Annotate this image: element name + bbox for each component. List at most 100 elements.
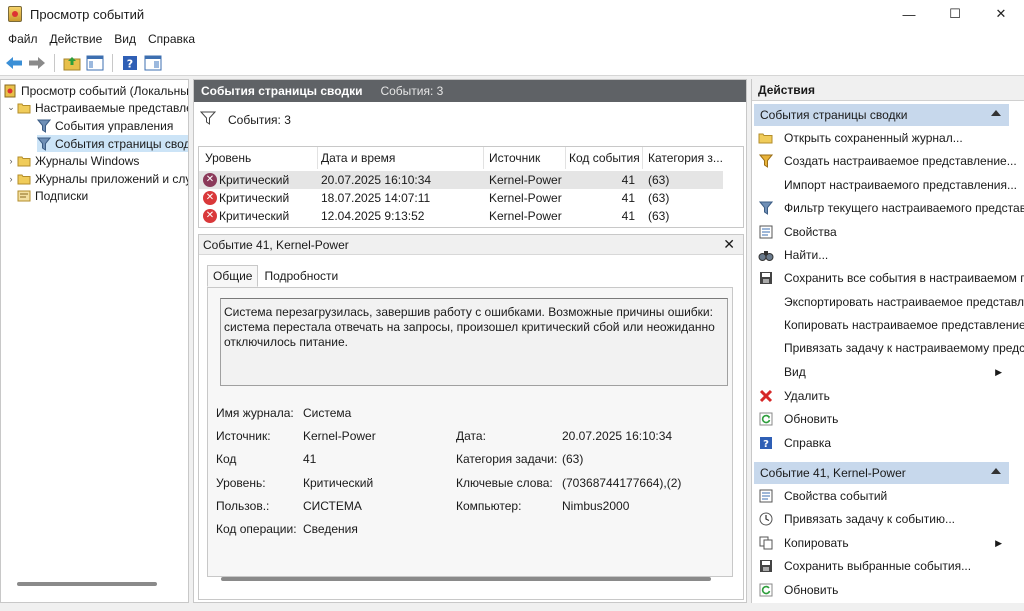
tree-horizontal-scrollbar[interactable] [17,582,157,586]
toolbar-separator [54,53,55,72]
critical-error-icon: ✕ [203,191,217,205]
table-row[interactable]: ✕ Критический 20.07.2025 16:10:34 Kernel… [199,171,723,189]
title-bar: Просмотр событий — ☐ ✕ [0,0,1024,28]
back-icon[interactable] [4,53,24,73]
help-icon: ? [758,435,774,451]
action-view-submenu[interactable]: Вид ▶ [758,363,1018,381]
actions-section-summary[interactable]: События страницы сводки [754,104,1009,126]
cell-task-category: (63) [648,173,670,187]
task-scheduler-icon [758,511,774,527]
action-label: Свойства [784,225,837,239]
menu-view[interactable]: Вид [108,32,142,46]
events-table: Уровень Дата и время Источник Код событи… [198,146,744,228]
cell-task-category: (63) [648,209,670,223]
maximize-button[interactable]: ☐ [932,0,978,28]
table-row[interactable]: ✕ Критический 18.07.2025 14:07:11 Kernel… [199,189,723,207]
chevron-right-icon[interactable]: › [5,156,17,166]
tree-label: Подписки [35,188,89,203]
action-attach-task-event[interactable]: Привязать задачу к событию... [758,510,1018,528]
column-divider[interactable] [642,147,643,169]
action-find[interactable]: Найти... [758,246,1018,264]
section-title: События страницы сводки [760,108,908,122]
column-header-task-category[interactable]: Категория з... [648,151,723,165]
show-pane-icon[interactable] [143,53,163,73]
detail-tabs: Общие Подробности [207,265,344,287]
action-import-custom-view[interactable]: Импорт настраиваемого представления... [758,176,1018,194]
event-description[interactable]: Система перезагрузилась, завершив работу… [220,298,728,386]
actions-section-event[interactable]: Событие 41, Kernel-Power [754,462,1009,484]
refresh-icon [758,411,774,427]
column-divider[interactable] [483,147,484,169]
action-open-saved-log[interactable]: Открыть сохраненный журнал... [758,129,1018,147]
collapse-icon[interactable] [991,110,1001,116]
close-button[interactable]: ✕ [978,0,1024,28]
action-delete[interactable]: Удалить [758,387,1018,405]
tab-general[interactable]: Общие [207,265,259,287]
action-properties[interactable]: Свойства [758,223,1018,241]
value-keywords: (70368744177664),(2) [562,476,682,490]
action-refresh[interactable]: Обновить [758,410,1018,428]
label-opcode: Код операции: [216,522,297,536]
forward-icon[interactable] [27,53,47,73]
menu-help[interactable]: Справка [142,32,201,46]
close-icon[interactable]: ✕ [723,236,735,253]
status-bar [0,603,1024,611]
tree-item-admin-events[interactable]: События управления [36,117,173,134]
window-title: Просмотр событий [30,6,145,22]
chevron-down-icon[interactable]: ⌄ [5,102,17,113]
cell-task-category: (63) [648,191,670,205]
folder-icon [17,154,31,168]
column-header-level[interactable]: Уровень [205,151,251,165]
tree-item-windows-logs[interactable]: › Журналы Windows [5,152,140,169]
column-divider[interactable] [317,147,318,169]
action-help[interactable]: ? Справка [758,434,1018,452]
action-label: Открыть сохраненный журнал... [784,131,963,145]
minimize-button[interactable]: — [886,0,932,28]
column-header-event-code[interactable]: Код события [569,151,640,165]
console-tree-icon[interactable] [85,53,105,73]
cell-event-code: 41 [621,191,635,205]
action-refresh-event[interactable]: Обновить [758,581,1018,599]
action-create-custom-view[interactable]: Создать настраиваемое представление... [758,152,1018,170]
column-header-datetime[interactable]: Дата и время [321,151,395,165]
column-divider[interactable] [565,147,566,169]
results-pane: События страницы сводки События: 3 Событ… [193,79,747,603]
action-event-properties[interactable]: Свойства событий [758,487,1018,505]
folder-up-icon[interactable] [62,53,82,73]
event-viewer-icon [3,84,17,98]
action-copy[interactable]: Копировать ▶ [758,534,1018,552]
tree-item-summary-events[interactable]: События страницы сводки [36,135,188,152]
value-log-name: Система [303,406,352,420]
table-row[interactable]: ✕ Критический 12.04.2025 9:13:52 Kernel-… [199,207,723,225]
label-level: Уровень: [216,476,266,490]
label-user: Пользов.: [216,499,270,513]
actions-title: Действия [752,79,1024,101]
detail-horizontal-scrollbar[interactable] [221,577,711,581]
folder-icon [17,172,31,186]
tab-details[interactable]: Подробности [258,265,344,287]
collapse-icon[interactable] [991,468,1001,474]
action-save-all-events[interactable]: Сохранить все события в настраиваемом пр… [758,269,1024,287]
cell-source: Kernel-Power [489,191,562,205]
tree-item-subscriptions[interactable]: Подписки [17,187,88,204]
action-save-selected-events[interactable]: Сохранить выбранные события... [758,557,1018,575]
menu-file[interactable]: Файл [2,32,44,46]
action-attach-task-view[interactable]: Привязать задачу к настраиваемому предст… [758,339,1024,357]
toolbar: ? [0,50,1024,76]
menu-action[interactable]: Действие [44,32,109,46]
cell-datetime: 20.07.2025 16:10:34 [321,173,432,187]
filter-icon [758,200,774,216]
svg-text:?: ? [127,57,133,70]
action-filter-current-view[interactable]: Фильтр текущего настраиваемого представл… [758,199,1024,217]
tree-item-custom-views[interactable]: ⌄ Настраиваемые представления [5,99,188,116]
cell-event-code: 41 [621,209,635,223]
chevron-right-icon[interactable]: › [5,174,17,184]
action-export-custom-view[interactable]: Экспортировать настраиваемое представлен… [758,293,1024,311]
tree-item-root[interactable]: Просмотр событий (Локальный) [3,82,188,99]
value-computer: Nimbus2000 [562,499,630,513]
tree-item-app-logs[interactable]: › Журналы приложений и служб [5,170,189,187]
action-label: Сохранить все события в настраиваемом пр… [784,271,1024,285]
help-icon[interactable]: ? [120,53,140,73]
action-copy-custom-view[interactable]: Копировать настраиваемое представление..… [758,316,1024,334]
column-header-source[interactable]: Источник [489,151,540,165]
